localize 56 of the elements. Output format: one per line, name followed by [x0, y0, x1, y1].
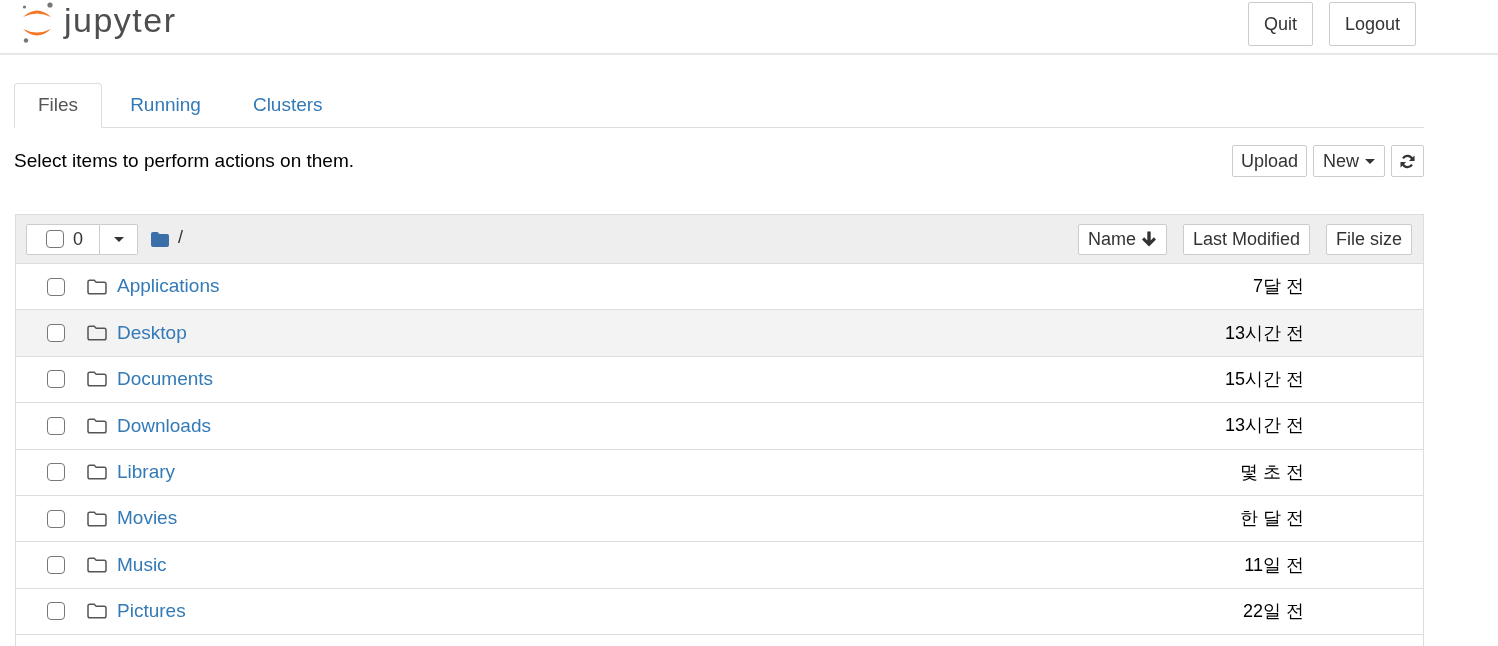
- new-dropdown-button[interactable]: New: [1313, 145, 1385, 177]
- checkbox[interactable]: [47, 324, 65, 343]
- checkbox[interactable]: [47, 556, 65, 575]
- header-button[interactable]: Quit: [1247, 2, 1313, 46]
- caret-down-icon: [113, 236, 124, 242]
- file-name-link[interactable]: Downloads: [117, 411, 211, 441]
- folder-icon: [87, 371, 107, 388]
- modified-time: 13시간 전: [1224, 414, 1304, 438]
- folder-icon: [87, 417, 107, 434]
- file-name-link[interactable]: Music: [117, 550, 167, 580]
- tab[interactable]: Files: [14, 83, 103, 128]
- file-name-link[interactable]: Pictures: [117, 597, 186, 626]
- upload-button[interactable]: Upload: [1231, 145, 1307, 177]
- modified-time: 몇 초 전: [1240, 460, 1304, 484]
- file-name-link[interactable]: Documents: [117, 365, 214, 394]
- file-name-link[interactable]: Desktop: [117, 318, 187, 348]
- file-name-link[interactable]: Movies: [117, 504, 178, 533]
- header-button[interactable]: Logout: [1328, 2, 1416, 46]
- tab[interactable]: Clusters: [228, 83, 347, 128]
- checkbox[interactable]: [47, 370, 65, 389]
- jupyter-logo-icon: [20, 2, 54, 44]
- logo-text: jupyter: [64, 1, 177, 39]
- file-name-link[interactable]: Library: [117, 458, 176, 487]
- folder-icon: [151, 231, 169, 247]
- folder-icon: [87, 603, 107, 620]
- instruction-text: Select items to perform actions on them.: [14, 148, 355, 173]
- modified-time: 13시간 전: [1224, 321, 1304, 345]
- selection-dropdown-button[interactable]: [100, 223, 138, 255]
- tab[interactable]: Running: [106, 83, 225, 128]
- folder-icon: [87, 510, 107, 527]
- folder-icon: [87, 557, 107, 574]
- sort-button[interactable]: Name: [1077, 223, 1167, 255]
- checkbox[interactable]: [47, 463, 65, 482]
- checkbox[interactable]: [47, 416, 65, 435]
- select-all-button[interactable]: 0: [26, 223, 100, 255]
- arrow-down-icon: [1140, 231, 1157, 247]
- checkbox[interactable]: [46, 230, 64, 248]
- refresh-button[interactable]: [1391, 145, 1424, 177]
- modified-time: 한 달 전: [1240, 507, 1304, 531]
- refresh-icon: [1400, 153, 1415, 169]
- folder-icon: [87, 278, 107, 295]
- modified-time: 22일 전: [1242, 599, 1304, 623]
- file-name-link[interactable]: Applications: [117, 272, 220, 301]
- breadcrumb-link[interactable]: /: [178, 224, 183, 251]
- file-row[interactable]: Desktop 13시간 전: [16, 310, 1423, 357]
- modified-time: 15시간 전: [1224, 367, 1304, 391]
- caret-down-icon: [1365, 158, 1375, 164]
- folder-icon: [87, 325, 107, 342]
- sort-button[interactable]: Last Modified: [1182, 223, 1310, 255]
- checkbox[interactable]: [47, 509, 65, 528]
- sort-button[interactable]: File size: [1326, 223, 1412, 255]
- modified-time: 11일 전: [1244, 553, 1304, 577]
- checkbox[interactable]: [47, 602, 65, 621]
- checkbox[interactable]: [47, 277, 65, 296]
- modified-time: 7달 전: [1253, 275, 1304, 299]
- folder-icon: [87, 464, 107, 481]
